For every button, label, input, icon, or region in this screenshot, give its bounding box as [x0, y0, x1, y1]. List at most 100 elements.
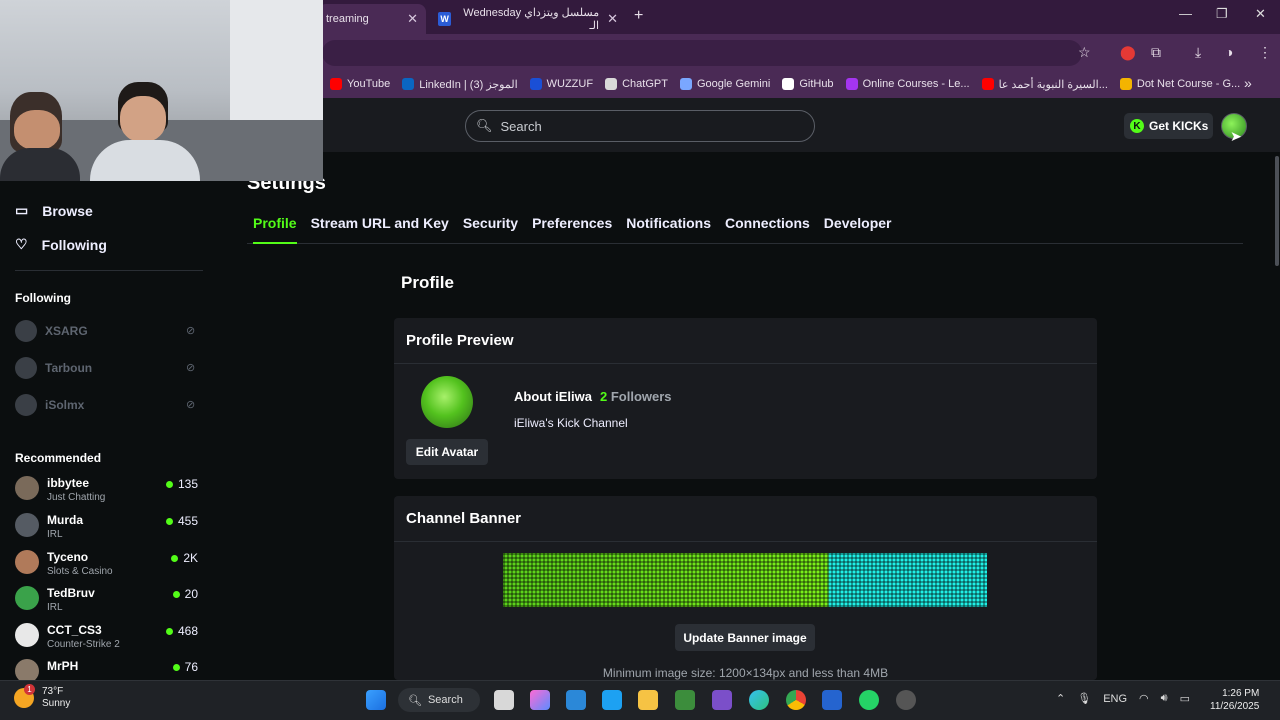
weather-badge: 1	[24, 684, 35, 695]
close-window-icon[interactable]: ✕	[1255, 6, 1266, 22]
store-icon[interactable]	[602, 690, 622, 710]
bookmark-item[interactable]: WUZZUF	[529, 78, 593, 90]
bookmark-item[interactable]: ChatGPT	[605, 78, 668, 90]
offline-icon: ⊘	[186, 362, 196, 374]
date: 11/26/2025	[1210, 701, 1260, 712]
bookmark-item[interactable]: Google Gemini	[679, 78, 770, 90]
app-icon[interactable]	[675, 690, 695, 710]
followers-label: Followers	[610, 389, 672, 404]
bookmark-label: ChatGPT	[622, 78, 668, 90]
chrome-icon[interactable]	[786, 690, 806, 710]
browser-tab[interactable]: treaming ✕	[318, 4, 426, 34]
bookmark-item[interactable]: Dot Net Course - G...	[1119, 78, 1240, 90]
file-explorer-icon[interactable]	[638, 690, 658, 710]
bookmark-label: السيرة النبوية أحمد عا...	[998, 78, 1108, 91]
live-dot-icon	[172, 663, 180, 671]
viewer-count-value: 76	[184, 660, 198, 674]
bookmark-item[interactable]: GitHub	[782, 78, 834, 90]
following-channel[interactable]: iSolmx	[15, 394, 84, 416]
channel-name: iSolmx	[45, 398, 85, 412]
tab-preferences[interactable]: Preferences	[532, 208, 612, 244]
edit-avatar-button[interactable]: Edit Avatar	[406, 439, 488, 465]
recommended-channel[interactable]: Tyceno Slots & Casino	[15, 550, 113, 577]
search-input[interactable]: 🔍︎ Search	[465, 110, 815, 142]
time: 1:26 PM	[1222, 688, 1260, 699]
get-kicks-button[interactable]: K Get KICKs	[1124, 113, 1213, 139]
heart-icon: ♡	[15, 236, 28, 252]
app-icon[interactable]	[896, 690, 916, 710]
download-icon[interactable]: ⤓	[1195, 44, 1201, 61]
extension-icon[interactable]: ⬤	[1120, 44, 1136, 61]
restore-icon[interactable]: ❐	[1216, 6, 1228, 22]
sidebar-item-following[interactable]: ♡ Following	[15, 236, 107, 253]
bookmark-item[interactable]: YouTube	[330, 78, 390, 90]
bookmark-item[interactable]: LinkedIn | الموجز (3)	[402, 78, 518, 91]
bookmark-item[interactable]: Online Courses - Le...	[845, 78, 970, 90]
weather-desc: Sunny	[42, 698, 71, 709]
chevron-up-icon[interactable]: ⌃	[1056, 692, 1065, 705]
visual-studio-icon[interactable]	[712, 690, 732, 710]
microphone-icon[interactable]: 🎙︎	[1077, 692, 1091, 705]
viewer-count-value: 455	[177, 514, 198, 528]
bookmark-label: LinkedIn | الموجز (3)	[419, 78, 518, 91]
calculator-icon[interactable]	[566, 690, 586, 710]
bookmarks-overflow-icon[interactable]: »	[1244, 75, 1252, 91]
channel-name: MrPH	[47, 659, 79, 673]
update-banner-button[interactable]: Update Banner image	[675, 624, 815, 651]
channel-name: CCT_CS3	[47, 623, 102, 637]
new-tab-button[interactable]: +	[634, 7, 643, 25]
sidebar-item-browse[interactable]: ▭ Browse	[15, 202, 93, 219]
following-channel[interactable]: XSARG	[15, 320, 88, 342]
bookmark-favicon-icon	[605, 78, 618, 90]
bookmark-item[interactable]: السيرة النبوية أحمد عا...	[981, 78, 1108, 91]
close-tab-icon[interactable]: ✕	[407, 11, 418, 27]
bookmark-star-icon[interactable]: ☆	[1078, 44, 1091, 61]
edge-icon[interactable]	[749, 690, 769, 710]
copilot-icon[interactable]	[530, 690, 550, 710]
channel-avatar	[15, 550, 39, 574]
recommended-channel[interactable]: ibbytee Just Chatting	[15, 476, 105, 503]
viewer-count: 468	[158, 624, 198, 638]
tab-connections[interactable]: Connections	[725, 208, 810, 244]
task-view-icon[interactable]	[494, 690, 514, 710]
recommended-channel[interactable]: TedBruv IRL	[15, 586, 95, 613]
bookmark-favicon-icon	[1119, 78, 1132, 90]
battery-icon[interactable]: ▭	[1180, 692, 1190, 705]
language-indicator[interactable]: ENG	[1103, 693, 1127, 705]
live-dot-icon	[171, 554, 179, 562]
tab-developer[interactable]: Developer	[824, 208, 892, 244]
omnibox[interactable]	[322, 40, 1082, 66]
card-title: Profile Preview	[394, 318, 1097, 364]
mouse-cursor-icon: ➤	[1230, 128, 1242, 144]
viewer-count: 76	[158, 660, 198, 674]
channel-name: ibbytee	[47, 476, 90, 490]
tab-stream-url-key[interactable]: Stream URL and Key	[311, 208, 449, 244]
extensions-puzzle-icon[interactable]: ⧉	[1151, 44, 1161, 61]
weather-widget[interactable]: 1 73°F Sunny	[14, 684, 71, 710]
profile-icon[interactable]: ◑	[1225, 44, 1233, 60]
wifi-icon[interactable]: ◠	[1139, 692, 1149, 705]
browse-icon: ▭	[15, 202, 29, 218]
windows-start-icon[interactable]	[366, 690, 386, 710]
menu-icon[interactable]: ⋮	[1258, 44, 1272, 61]
recommended-channel[interactable]: CCT_CS3 Counter-Strike 2	[15, 623, 120, 650]
clock[interactable]: 1:26 PM 11/26/2025	[1210, 687, 1259, 713]
sidebar-divider	[15, 270, 203, 271]
minimize-icon[interactable]: —	[1179, 6, 1192, 21]
volume-icon[interactable]: 🔊︎	[1161, 692, 1168, 705]
tab-notifications[interactable]: Notifications	[626, 208, 711, 244]
tab-profile[interactable]: Profile	[253, 208, 297, 244]
tab-security[interactable]: Security	[463, 208, 518, 244]
sun-icon: 1	[14, 684, 35, 708]
profile-avatar	[421, 376, 473, 428]
taskbar-search[interactable]: 🔍︎ Search	[398, 688, 480, 712]
browser-tab[interactable]: W مسلسل ويتزداي Wednesday الـ ✕	[430, 4, 626, 34]
scrollbar-thumb[interactable]	[1275, 156, 1279, 266]
following-channel[interactable]: Tarboun	[15, 357, 92, 379]
webcam-overlay	[0, 0, 323, 181]
close-tab-icon[interactable]: ✕	[607, 11, 618, 27]
whatsapp-icon[interactable]	[859, 690, 879, 710]
todo-icon[interactable]	[822, 690, 842, 710]
recommended-channel[interactable]: Murda IRL	[15, 513, 83, 540]
channel-avatar	[15, 513, 39, 537]
